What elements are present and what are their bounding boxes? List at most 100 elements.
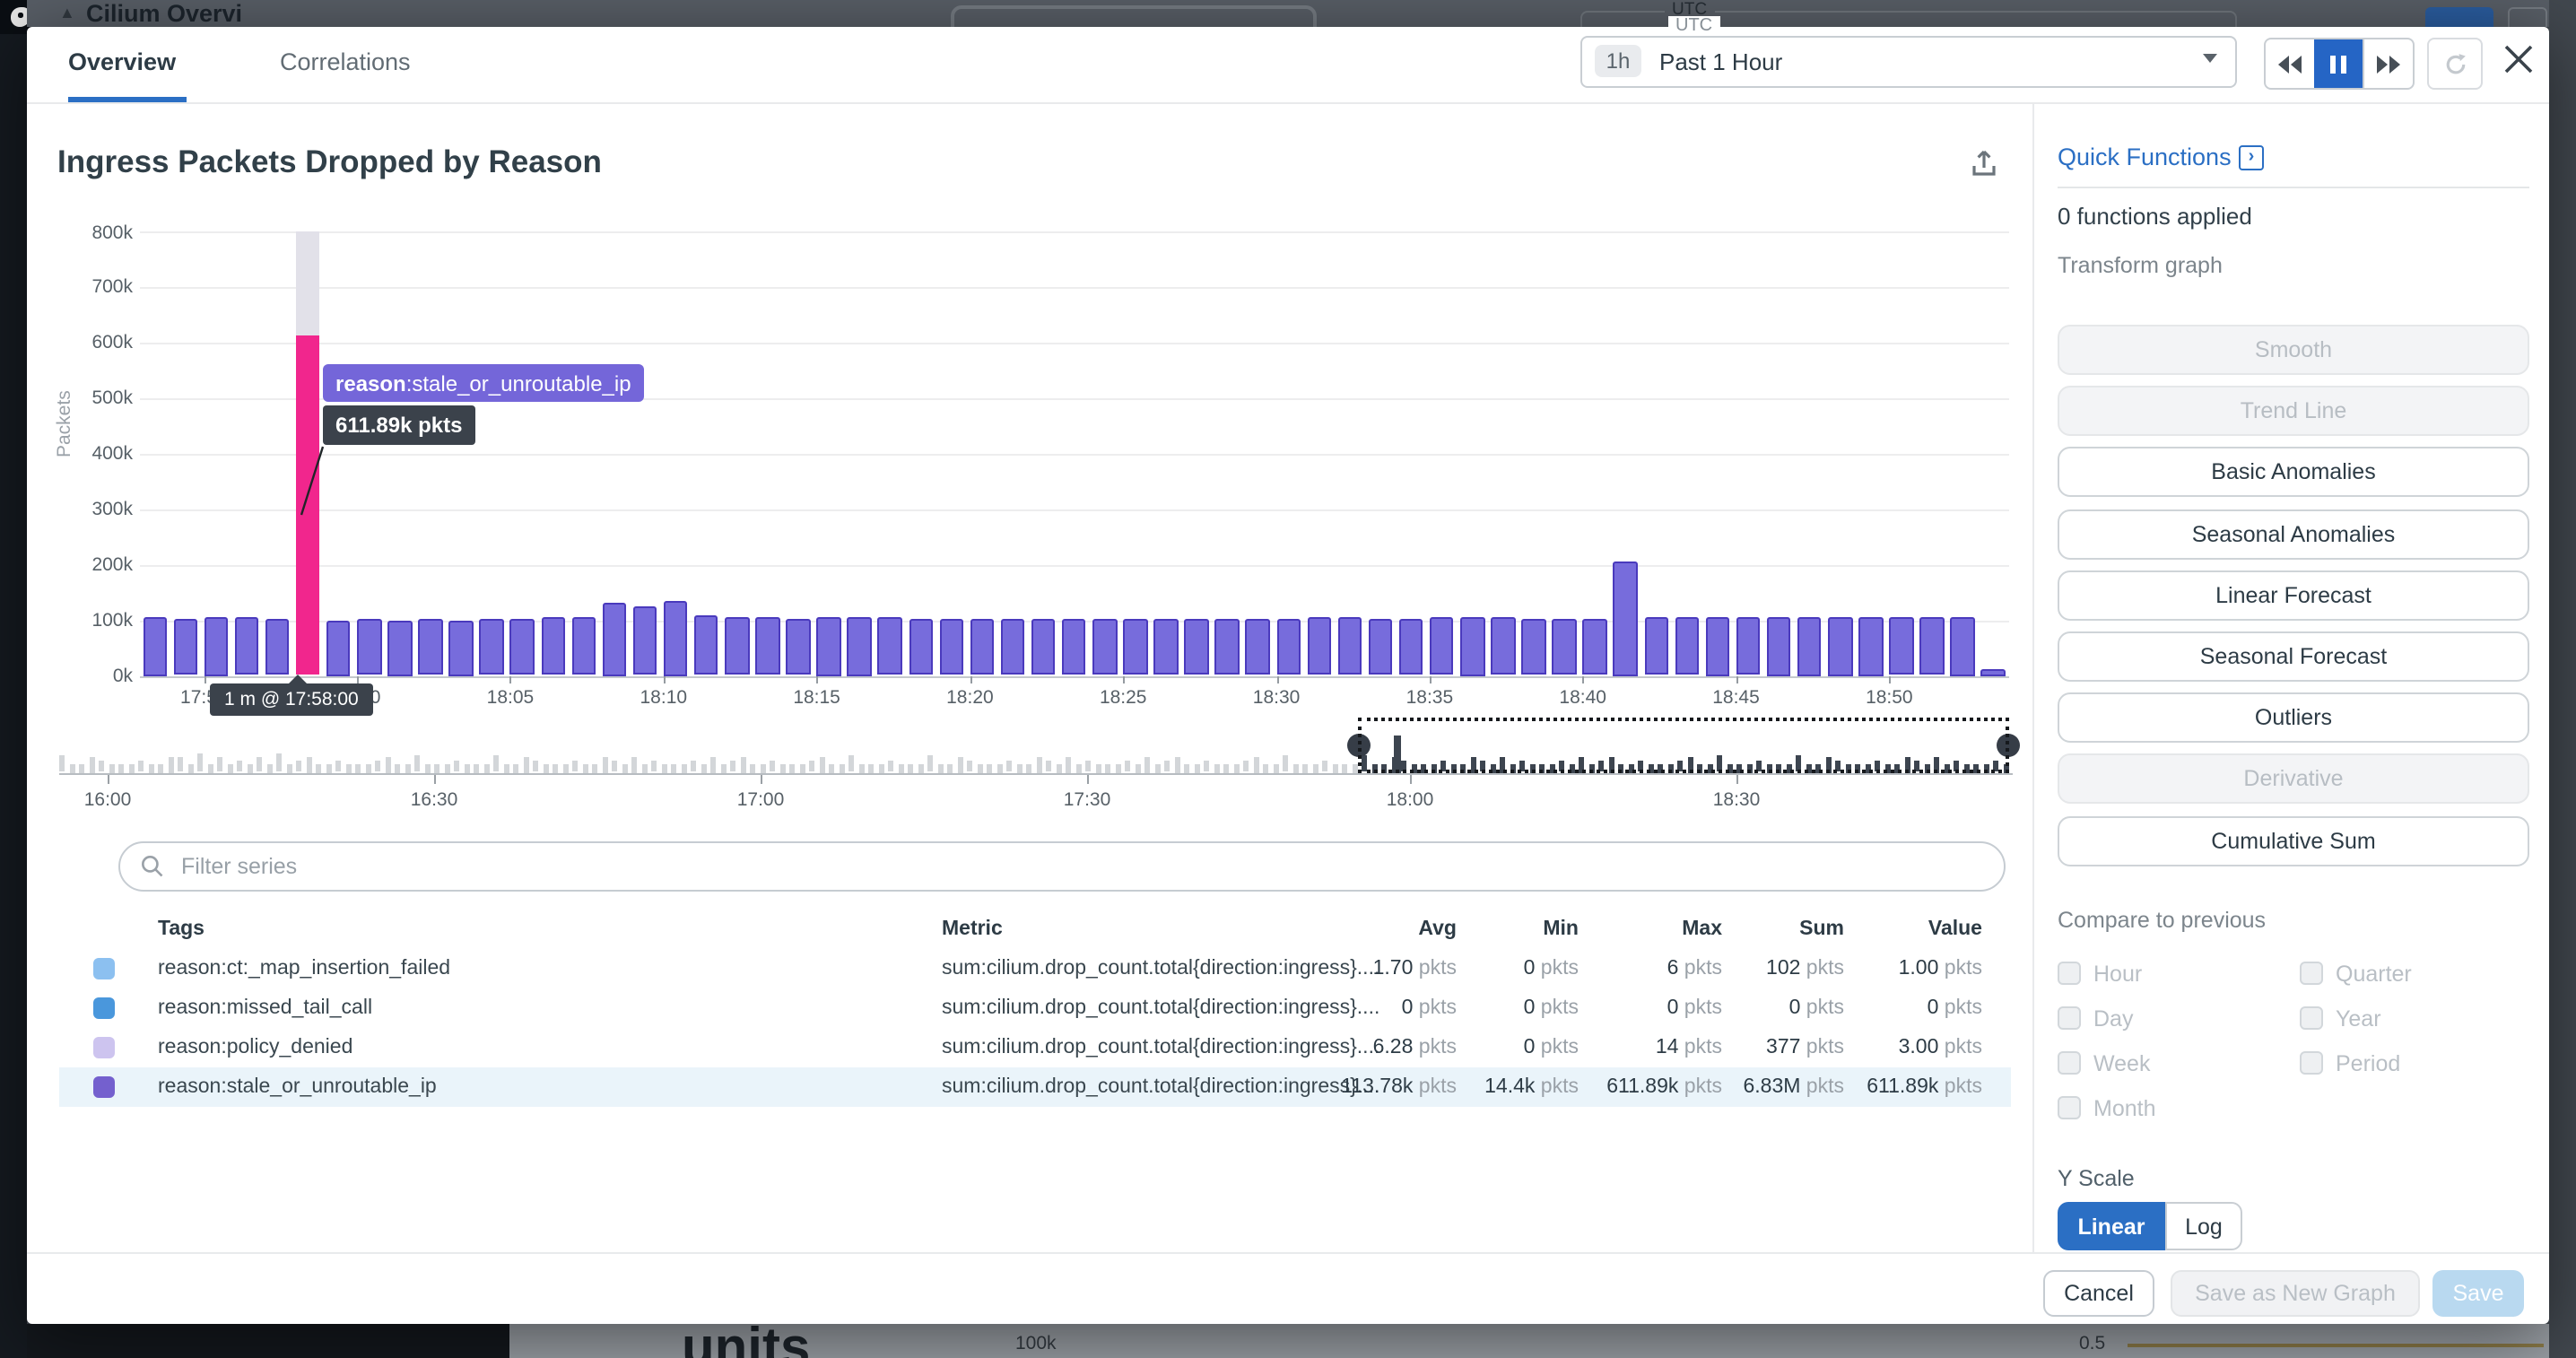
compare-month-checkbox[interactable] [2058, 1095, 2081, 1119]
bar[interactable] [1123, 618, 1147, 675]
bar[interactable] [1675, 618, 1699, 675]
bar[interactable] [1583, 618, 1607, 675]
bar[interactable] [602, 604, 626, 675]
bar[interactable] [387, 620, 412, 675]
bar[interactable] [1153, 619, 1178, 675]
bar[interactable] [265, 618, 290, 675]
bar[interactable] [204, 617, 228, 675]
bar[interactable] [878, 616, 902, 675]
bar[interactable] [1828, 617, 1852, 675]
highlighted-bar[interactable] [296, 335, 320, 675]
table-row[interactable]: reason:stale_or_unroutable_ipsum:cilium.… [0, 1066, 2011, 1106]
bar[interactable] [633, 605, 657, 675]
bar[interactable] [848, 617, 872, 675]
bar[interactable] [571, 618, 596, 675]
compare-year-checkbox[interactable] [2300, 1005, 2323, 1029]
bar[interactable] [541, 618, 565, 675]
bar[interactable] [1521, 618, 1545, 675]
bar[interactable] [1062, 619, 1086, 675]
bar[interactable] [939, 620, 963, 675]
bar[interactable] [1399, 618, 1423, 675]
bar[interactable] [1736, 618, 1761, 675]
value-number: 113.78k [1341, 1076, 1413, 1098]
bar[interactable] [664, 600, 688, 675]
bar[interactable] [725, 616, 749, 675]
compare-month-label: Month [2093, 1095, 2156, 1120]
value-number: 6.28 [1373, 1037, 1414, 1058]
bar[interactable] [1889, 618, 1913, 675]
value-number: 14.4k [1484, 1076, 1535, 1098]
value-unit: pkts [1938, 1076, 1982, 1098]
transform-button-seasonal-anomalies[interactable]: Seasonal Anomalies [2058, 509, 2529, 559]
bar[interactable] [234, 618, 258, 675]
transform-button-outliers[interactable]: Outliers [2058, 692, 2529, 743]
table-row[interactable]: reason:ct:_map_insertion_failedsum:ciliu… [0, 948, 2011, 988]
bar[interactable] [1430, 618, 1454, 675]
bar[interactable] [1644, 618, 1668, 675]
bar[interactable] [449, 620, 474, 675]
bar[interactable] [143, 617, 167, 675]
bar[interactable] [326, 620, 351, 675]
compare-week-checkbox[interactable] [2058, 1050, 2081, 1074]
bar[interactable] [1092, 618, 1117, 675]
bar[interactable] [510, 619, 535, 675]
bar[interactable] [1797, 617, 1822, 675]
bar[interactable] [1246, 618, 1270, 675]
save-as-new-graph-button[interactable]: Save as New Graph [2171, 1270, 2420, 1317]
bar[interactable] [1031, 619, 1056, 675]
bar[interactable] [1001, 619, 1025, 675]
bar[interactable] [1460, 617, 1484, 675]
bar[interactable] [694, 616, 718, 675]
bar[interactable] [1276, 618, 1301, 675]
transform-button-linear-forecast[interactable]: Linear Forecast [2058, 570, 2529, 621]
table-row[interactable]: reason:missed_tail_callsum:cilium.drop_c… [0, 988, 2011, 1027]
compare-quarter-checkbox[interactable] [2300, 961, 2323, 984]
bar[interactable] [1215, 619, 1240, 675]
bar[interactable] [1951, 617, 1975, 675]
yscale-linear-button[interactable]: Linear [2058, 1202, 2165, 1250]
series-value: 3.00 pkts [1785, 1037, 1982, 1058]
bar[interactable] [1491, 618, 1515, 675]
quick-functions-link[interactable]: Quick Functions [2058, 144, 2232, 170]
bar[interactable] [1920, 618, 1945, 675]
bar[interactable] [1553, 618, 1577, 675]
compare-quarter-label: Quarter [2336, 961, 2412, 986]
compare-day-checkbox[interactable] [2058, 1005, 2081, 1029]
save-button[interactable]: Save [2432, 1270, 2524, 1317]
table-row[interactable]: reason:policy_deniedsum:cilium.drop_coun… [0, 1027, 2011, 1066]
bar[interactable] [909, 620, 933, 675]
series-tag: reason:missed_tail_call [158, 997, 372, 1019]
bar[interactable] [1185, 619, 1209, 675]
bar[interactable] [1614, 561, 1638, 675]
bar[interactable] [418, 619, 442, 675]
transform-button-cumulative-sum[interactable]: Cumulative Sum [2058, 815, 2529, 866]
bar[interactable] [1705, 617, 1729, 675]
value-number: 0 [1524, 958, 1536, 979]
brush-selection[interactable] [1357, 717, 2009, 772]
bar[interactable] [1307, 618, 1331, 675]
bar[interactable] [970, 620, 994, 675]
bar[interactable] [1369, 618, 1393, 675]
open-panel-icon: › [2239, 145, 2264, 170]
tooltip-series-badge: reason:stale_or_unroutable_ip [323, 364, 644, 402]
cancel-button[interactable]: Cancel [2043, 1270, 2154, 1317]
transform-button-seasonal-forecast[interactable]: Seasonal Forecast [2058, 631, 2529, 682]
value-number: 1.00 [1899, 958, 1939, 979]
bar[interactable] [755, 616, 779, 675]
bar[interactable] [173, 618, 197, 675]
yscale-log-button[interactable]: Log [2165, 1202, 2242, 1250]
bar[interactable] [357, 620, 381, 675]
bar[interactable] [1767, 617, 1791, 675]
bar[interactable] [1858, 617, 1883, 675]
compare-hour-checkbox[interactable] [2058, 961, 2081, 984]
bar[interactable] [480, 618, 504, 675]
bar[interactable] [1337, 618, 1362, 675]
value-unit: pkts [1938, 958, 1982, 979]
value-unit: pkts [1938, 1037, 1982, 1058]
bar[interactable] [817, 617, 841, 675]
value-number: 3.00 [1899, 1037, 1939, 1058]
compare-period-checkbox[interactable] [2300, 1050, 2323, 1074]
transform-button-basic-anomalies[interactable]: Basic Anomalies [2058, 448, 2529, 498]
bar[interactable] [1981, 670, 2006, 675]
bar[interactable] [786, 619, 810, 675]
